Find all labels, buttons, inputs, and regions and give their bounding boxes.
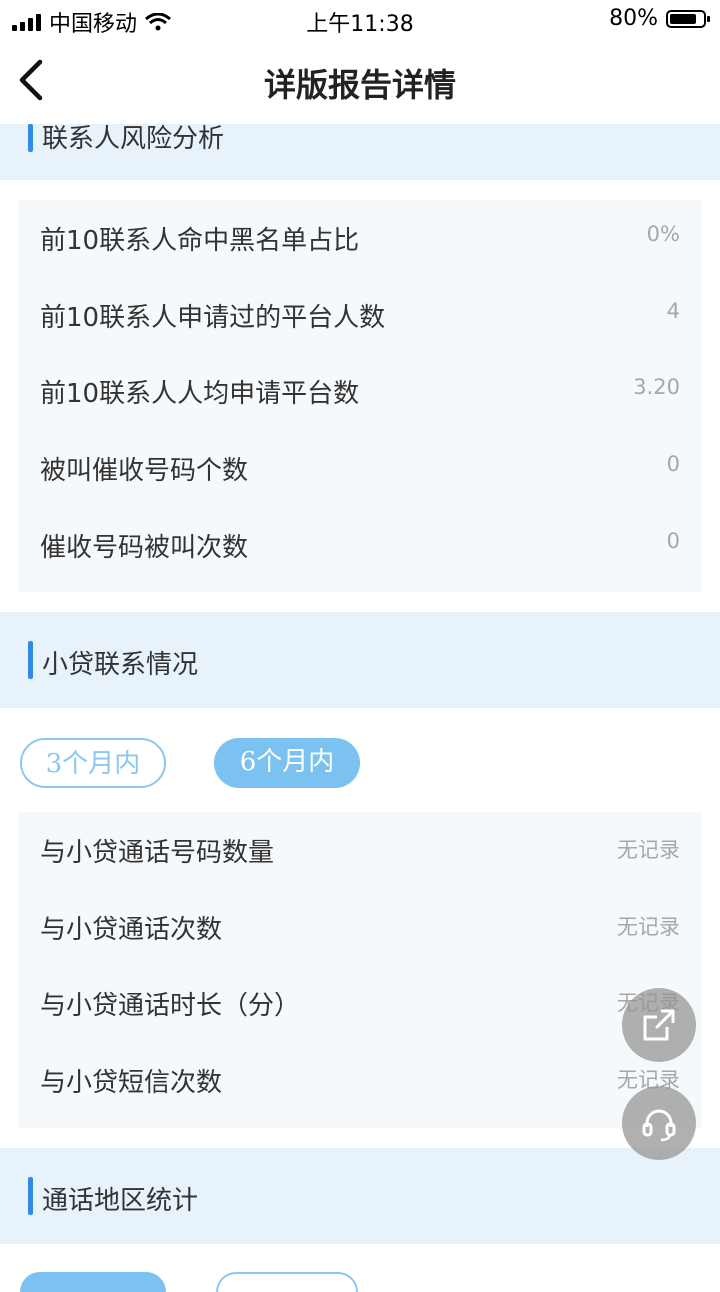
nav-bar: 详版报告详情 xyxy=(0,40,720,124)
headset-icon xyxy=(642,1109,676,1142)
section-accent-bar xyxy=(28,1177,33,1215)
item-label: 前10联系人命中黑名单占比 xyxy=(40,226,360,256)
list-item: 被叫催收号码个数 0 xyxy=(18,438,702,498)
item-value: 无记录 xyxy=(617,915,680,939)
list-item: 前10联系人命中黑名单占比 0% xyxy=(18,208,702,268)
item-value: 0 xyxy=(666,529,680,553)
list-item: 与小贷短信次数 无记录 xyxy=(18,1050,702,1110)
section-accent-bar xyxy=(28,124,33,152)
list-item: 与小贷通话次数 无记录 xyxy=(18,897,702,957)
tab-6-months[interactable]: 6个月内 xyxy=(214,738,360,788)
status-bar: 中国移动 上午11:38 80% xyxy=(0,0,720,40)
list-item: 催收号码被叫次数 0 xyxy=(18,515,702,575)
tab-partial-inactive[interactable] xyxy=(216,1272,358,1292)
section-accent-bar xyxy=(28,641,33,679)
contacts-risk-card: 前10联系人命中黑名单占比 0% 前10联系人申请过的平台人数 4 前10联系人… xyxy=(18,200,702,592)
item-label: 催收号码被叫次数 xyxy=(40,533,249,563)
list-item: 前10联系人人均申请平台数 3.20 xyxy=(18,361,702,421)
item-label: 与小贷通话次数 xyxy=(40,915,223,945)
item-label: 与小贷通话时长（分） xyxy=(40,991,301,1021)
battery-percent: 80% xyxy=(609,6,658,31)
section-title: 小贷联系情况 xyxy=(42,650,199,680)
section-title: 通话地区统计 xyxy=(42,1186,199,1216)
tab-3-months[interactable]: 3个月内 xyxy=(20,738,166,788)
item-label: 前10联系人人均申请平台数 xyxy=(40,379,360,409)
page-title: 详版报告详情 xyxy=(263,66,456,104)
item-value: 无记录 xyxy=(617,838,680,862)
item-value: 0% xyxy=(646,222,680,246)
list-item: 与小贷通话时长（分） 无记录 xyxy=(18,973,702,1033)
status-right: 80% xyxy=(609,6,710,31)
item-value: 3.20 xyxy=(633,375,680,399)
item-label: 被叫催收号码个数 xyxy=(40,456,249,486)
list-item: 与小贷通话号码数量 无记录 xyxy=(18,820,702,880)
customer-service-button[interactable] xyxy=(622,1086,696,1160)
section-header-loan-contacts: 小贷联系情况 xyxy=(0,612,720,708)
section-header-contacts-risk: 联系人风险分析 xyxy=(0,124,720,180)
item-value: 0 xyxy=(666,452,680,476)
item-value: 4 xyxy=(666,299,680,323)
item-label: 与小贷通话号码数量 xyxy=(40,838,275,868)
tab-partial-active[interactable] xyxy=(20,1272,166,1292)
item-label: 与小贷短信次数 xyxy=(40,1068,223,1098)
item-label: 前10联系人申请过的平台人数 xyxy=(40,303,386,333)
loan-contacts-card: 与小贷通话号码数量 无记录 与小贷通话次数 无记录 与小贷通话时长（分） 无记录… xyxy=(18,812,702,1128)
section-title: 联系人风险分析 xyxy=(42,124,225,154)
section-header-call-region: 通话地区统计 xyxy=(0,1148,720,1244)
list-item: 前10联系人申请过的平台人数 4 xyxy=(18,285,702,345)
share-icon xyxy=(643,1009,675,1041)
battery-icon xyxy=(666,9,710,28)
share-button[interactable] xyxy=(622,988,696,1062)
